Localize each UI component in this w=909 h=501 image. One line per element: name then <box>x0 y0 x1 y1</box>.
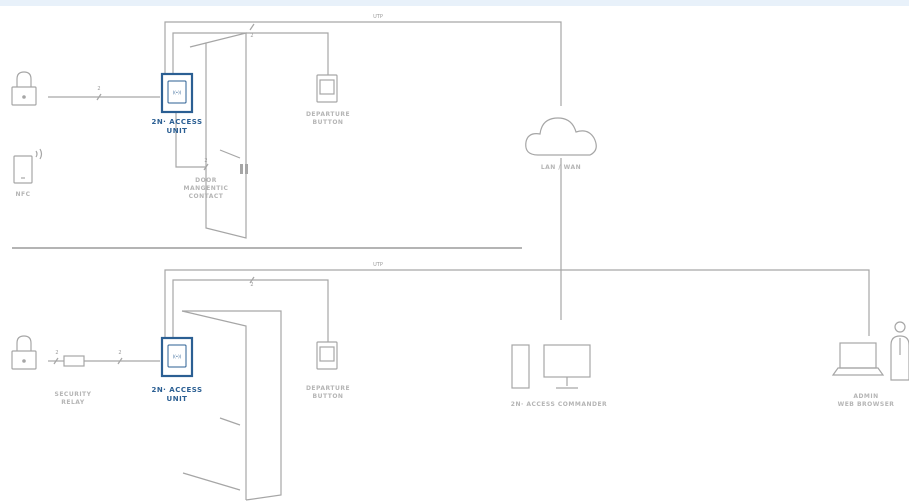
departure-button-icon-bottom <box>316 341 338 370</box>
svg-text:((•)): ((•)) <box>173 90 182 95</box>
cable-count-bottom-1: 2 <box>250 282 254 288</box>
access-commander-icon <box>511 344 591 389</box>
utp-label-top: UTP <box>373 14 383 20</box>
nfc-phone-icon <box>13 148 43 184</box>
departure-button-label-bottom: DEPARTURE BUTTON <box>305 385 351 400</box>
cable-count-top-1: 2 <box>250 33 254 39</box>
admin-browser-label: ADMIN WEB BROWSER <box>837 393 895 408</box>
door-handle-bottom <box>182 472 241 491</box>
lock-icon-top <box>11 71 37 106</box>
cable-count-bottom-3: 2 <box>118 350 122 356</box>
svg-text:((•)): ((•)) <box>173 354 182 359</box>
utp-label-bottom: UTP <box>373 262 383 268</box>
access-unit-label-bottom: 2N· ACCESS UNIT <box>151 386 203 403</box>
departure-button-label-top: DEPARTURE BUTTON <box>305 111 351 126</box>
access-unit-label-top: 2N· ACCESS UNIT <box>151 118 203 135</box>
door-contact-label: DOOR MANGENTIC CONTACT <box>183 177 229 200</box>
admin-person-icon <box>890 321 909 381</box>
departure-cable-top <box>172 32 329 75</box>
network-diagram: ((•)) ((•)) <box>11 21 909 501</box>
admin-laptop-icon <box>831 342 885 376</box>
cloud-icon <box>525 117 597 156</box>
lan-wan-label: LAN / WAN <box>540 164 582 171</box>
door-bottom <box>182 310 282 501</box>
cable-count-top-2: 2 <box>97 86 101 92</box>
cable-count-top-3: 2 <box>204 158 208 164</box>
cable-count-bottom-2: 2 <box>55 350 59 356</box>
lock-icon-bottom <box>11 335 37 370</box>
security-relay-label: SECURITY RELAY <box>54 391 92 406</box>
access-commander-label: 2N· ACCESS COMMANDER <box>510 401 608 408</box>
security-relay-icon <box>63 355 85 367</box>
departure-button-icon-top <box>316 74 338 103</box>
nfc-label: NFC <box>15 191 31 198</box>
